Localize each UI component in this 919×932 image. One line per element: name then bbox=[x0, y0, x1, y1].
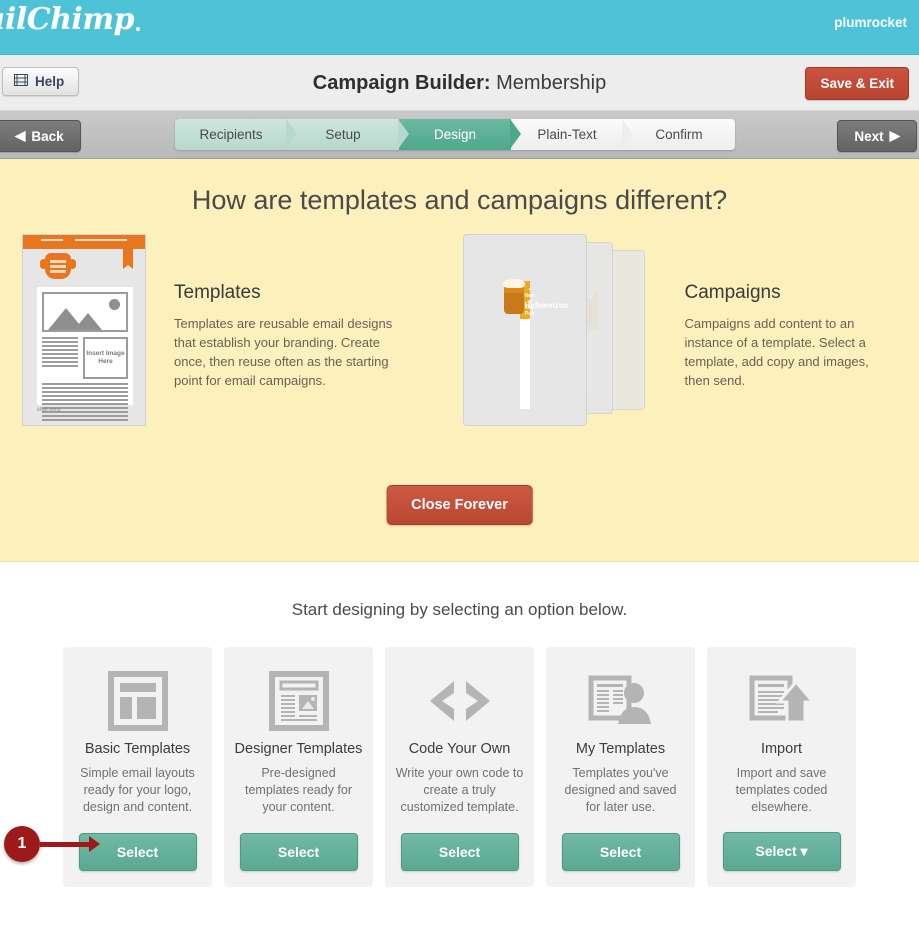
thumbnail-bottom-lines bbox=[37, 379, 133, 421]
step-chevron-icon bbox=[286, 119, 297, 149]
step-setup[interactable]: Setup bbox=[287, 119, 409, 150]
option-title: Basic Templates bbox=[84, 741, 191, 757]
template-preview-thumbnail: Insert Image Here MailChimp bbox=[22, 234, 146, 426]
option-cards: Basic Templates Simple email layouts rea… bbox=[0, 647, 919, 887]
campaigns-title: Campaigns bbox=[684, 282, 781, 303]
select-import-button[interactable]: Select ▾ bbox=[722, 832, 841, 871]
chimp-mascot-icon bbox=[40, 253, 71, 279]
mountain-shape bbox=[74, 313, 102, 330]
option-card-my-templates[interactable]: My Templates Templates you've designed a… bbox=[546, 647, 695, 887]
layout-grid-icon bbox=[107, 665, 168, 737]
option-title: Designer Templates bbox=[234, 741, 363, 757]
select-code-your-own-button[interactable]: Select bbox=[400, 833, 519, 871]
step-label: Recipients bbox=[199, 127, 263, 142]
mailchimp-logo[interactable]: ailChimp bbox=[0, 2, 141, 37]
promo-templates-column: Insert Image Here MailChimp Templates Te… bbox=[22, 234, 457, 426]
page-layout-icon bbox=[268, 665, 329, 737]
option-body: Write your own code to create a truly cu… bbox=[395, 766, 524, 814]
templates-title: Templates bbox=[174, 282, 261, 303]
campaigns-description-block: Campaigns Campaigns add content to an in… bbox=[685, 234, 898, 426]
design-options-section: Start designing by selecting an option b… bbox=[0, 562, 919, 887]
bookmark-ribbon-icon bbox=[123, 249, 133, 269]
promo-heading: How are templates and campaigns differen… bbox=[191, 185, 728, 215]
preview-page: • New at the Pub • Hefeweizen bbox=[502, 278, 568, 409]
caret-left-icon: ◀ bbox=[15, 128, 26, 143]
thumbnail-topbar-links bbox=[23, 235, 145, 241]
page-title-campaign-name: Membership bbox=[490, 72, 607, 94]
thumbnail-footer-logo: MailChimp bbox=[37, 407, 61, 413]
close-forever-button[interactable]: Close Forever bbox=[386, 485, 533, 525]
thumbnail-footer: MailChimp bbox=[37, 407, 133, 413]
step-chevron-icon bbox=[398, 119, 409, 149]
back-label: Back bbox=[31, 128, 64, 144]
thumbnail-columns: Insert Image Here bbox=[37, 337, 133, 379]
campaign-steps: Recipients Setup Design Plain-Text Confi… bbox=[175, 119, 735, 150]
option-body: Import and save templates coded elsewher… bbox=[735, 766, 828, 814]
campaigns-body: Campaigns add content to an instance of … bbox=[684, 316, 869, 388]
next-label: Next bbox=[854, 128, 884, 144]
page-title: Campaign Builder: Membership bbox=[0, 72, 919, 95]
save-and-exit-button[interactable]: Save & Exit bbox=[805, 67, 909, 100]
option-title: My Templates bbox=[575, 741, 666, 757]
insert-image-placeholder: Insert Image Here bbox=[83, 337, 128, 379]
step-label: Design bbox=[433, 127, 477, 142]
beer-glass-icon bbox=[502, 278, 525, 314]
promo-banner: How are templates and campaigns differen… bbox=[0, 159, 919, 562]
preview-text-lines bbox=[520, 361, 530, 387]
topbar-link bbox=[75, 239, 127, 241]
option-card-designer-templates[interactable]: Designer Templates Pre-designed template… bbox=[224, 647, 373, 887]
step-label: Confirm bbox=[655, 127, 703, 142]
thumbnail-topbar bbox=[23, 235, 145, 249]
option-title: Import bbox=[760, 741, 803, 757]
annotation-number: 1 bbox=[4, 826, 40, 862]
caret-right-icon: ▶ bbox=[889, 128, 900, 143]
campaign-previews-stack: • New at the Pub • Hefeweizen bbox=[462, 234, 663, 426]
option-body: Templates you've designed and saved for … bbox=[564, 766, 677, 814]
promo-campaigns-column: • New at the Pub • Hefeweizen Campaigns … bbox=[457, 234, 898, 426]
templates-body: Templates are reusable email designs tha… bbox=[174, 316, 393, 388]
document-person-icon bbox=[588, 665, 654, 737]
hero-title: Hefeweizen bbox=[524, 300, 569, 310]
step-label: Setup bbox=[325, 127, 361, 142]
option-title: Code Your Own bbox=[408, 741, 511, 757]
option-body: Simple email layouts ready for your logo… bbox=[80, 766, 195, 814]
steps-bar: ◀ Back Recipients Setup Design Plain-Tex… bbox=[0, 111, 919, 159]
step-label: Plain-Text bbox=[537, 127, 597, 142]
campaign-preview-front: • New at the Pub • Hefeweizen bbox=[462, 234, 587, 426]
topbar-link bbox=[41, 239, 63, 241]
select-designer-templates-button[interactable]: Select bbox=[239, 833, 358, 871]
next-button[interactable]: Next ▶ bbox=[837, 120, 917, 152]
preview-hero: • New at the Pub • Hefeweizen bbox=[502, 278, 568, 323]
step-recipients[interactable]: Recipients bbox=[175, 119, 297, 150]
option-body: Pre-designed templates ready for your co… bbox=[245, 766, 352, 814]
title-bar: Help Campaign Builder: Membership Save &… bbox=[0, 55, 919, 111]
step-confirm[interactable]: Confirm bbox=[623, 119, 735, 150]
select-my-templates-button[interactable]: Select bbox=[561, 833, 680, 871]
option-card-code-your-own[interactable]: Code Your Own Write your own code to cre… bbox=[385, 647, 534, 887]
templates-description-block: Templates Templates are reusable email d… bbox=[174, 234, 394, 426]
back-button[interactable]: ◀ Back bbox=[0, 120, 81, 152]
step-chevron-icon bbox=[510, 119, 521, 149]
account-username[interactable]: plumrocket bbox=[834, 15, 907, 30]
step-design[interactable]: Design bbox=[399, 119, 521, 150]
thumbnail-page: Insert Image Here bbox=[37, 287, 133, 421]
thumbnail-text-lines bbox=[42, 337, 78, 379]
page-title-prefix: Campaign Builder: bbox=[312, 72, 491, 94]
code-brackets-icon bbox=[428, 665, 492, 737]
options-heading: Start designing by selecting an option b… bbox=[291, 600, 628, 619]
brand-bar: ailChimp plumrocket bbox=[0, 0, 919, 55]
promo-columns: Insert Image Here MailChimp Templates Te… bbox=[0, 234, 919, 426]
step-plain-text[interactable]: Plain-Text bbox=[511, 119, 633, 150]
option-card-import[interactable]: Import Import and save templates coded e… bbox=[707, 647, 856, 887]
sun-shape bbox=[109, 299, 120, 310]
annotation-arrow-icon bbox=[40, 835, 100, 852]
thumbnail-hero-image-placeholder bbox=[42, 292, 128, 332]
step-chevron-icon bbox=[622, 119, 633, 149]
document-upload-icon bbox=[749, 665, 815, 737]
annotation-marker-1: 1 bbox=[4, 826, 100, 862]
